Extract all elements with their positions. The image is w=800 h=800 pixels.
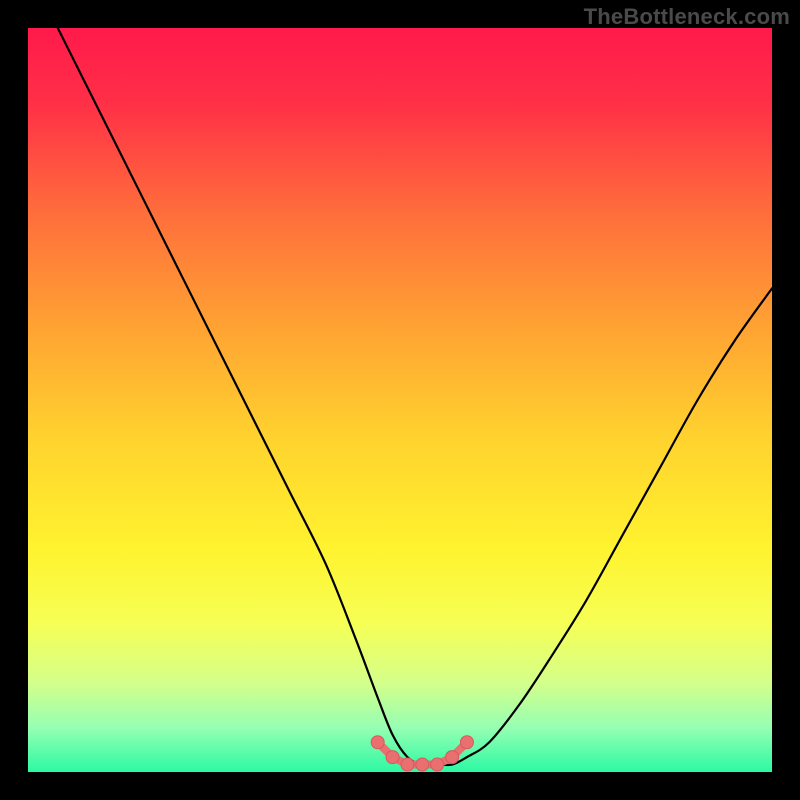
chart-frame: TheBottleneck.com [0,0,800,800]
chart-canvas [28,28,772,772]
marker-dot [460,736,473,749]
marker-dot [416,758,429,771]
marker-dot [371,736,384,749]
marker-dot [431,758,444,771]
marker-dot [401,758,414,771]
marker-dot [446,751,459,764]
marker-dot [386,751,399,764]
gradient-background [28,28,772,772]
watermark-text: TheBottleneck.com [584,4,790,30]
